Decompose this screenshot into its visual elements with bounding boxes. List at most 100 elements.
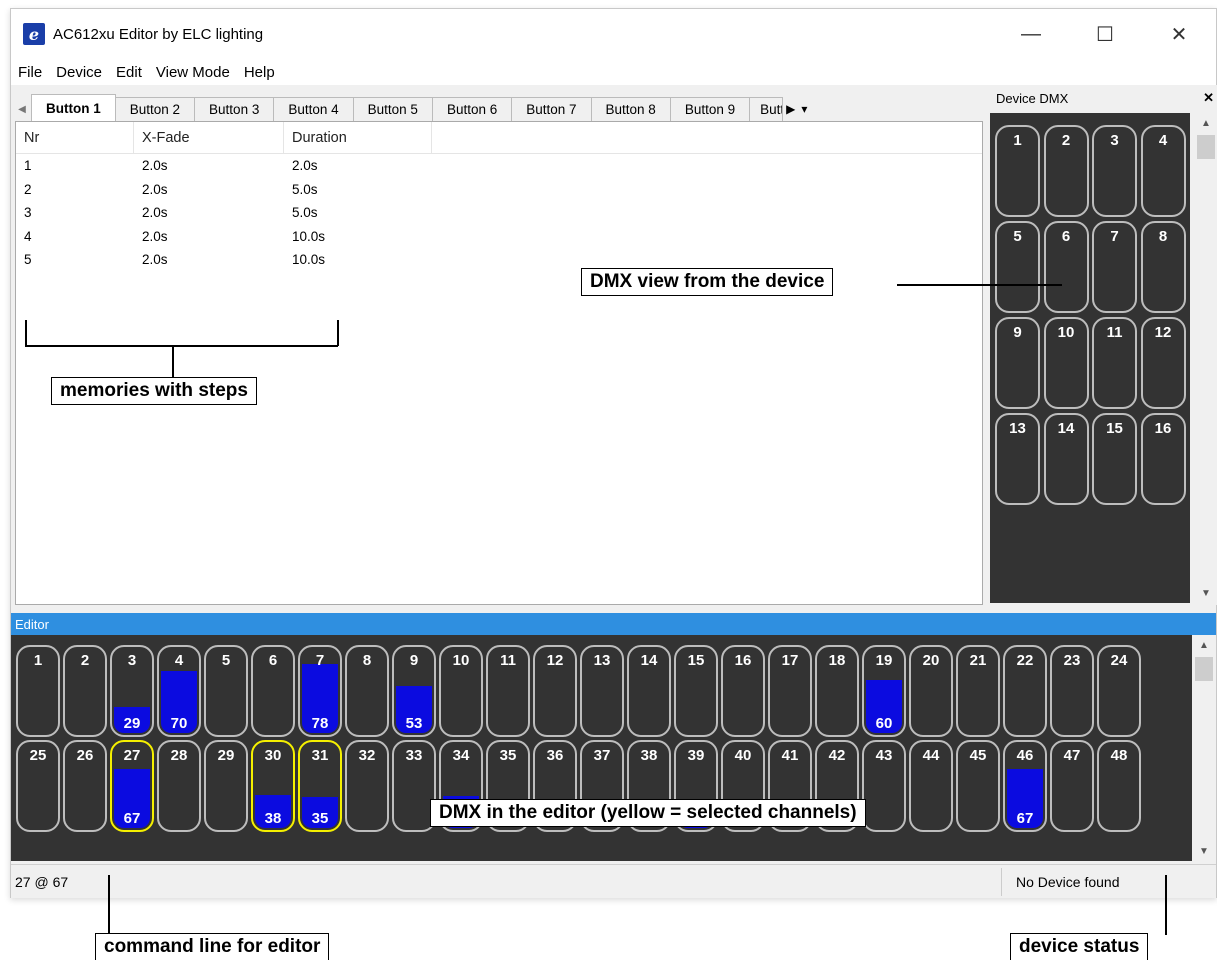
dmx-channel[interactable]: 14	[627, 645, 671, 737]
pointer-line	[897, 284, 1062, 286]
dmx-channel[interactable]: 11	[486, 645, 530, 737]
column-nr[interactable]: Nr	[16, 122, 134, 153]
chevron-down-icon[interactable]: ▼	[1192, 841, 1216, 861]
dmx-channel[interactable]: 32	[345, 740, 389, 832]
device-channel: 3	[1092, 125, 1137, 217]
device-channel: 9	[995, 317, 1040, 409]
channel-number: 12	[1154, 324, 1172, 341]
table-cell: 3	[24, 205, 32, 221]
dmx-channel[interactable]: 1	[16, 645, 60, 737]
table-cell: 10.0s	[292, 252, 326, 268]
chevron-up-icon[interactable]: ▲	[1194, 113, 1217, 133]
tab-button-3[interactable]: Button 3	[194, 97, 275, 121]
table-cell: 10.0s	[292, 228, 326, 244]
channel-number: 8	[362, 652, 372, 669]
dmx-channel[interactable]: 28	[157, 740, 201, 832]
dmx-channel[interactable]: 25	[16, 740, 60, 832]
menu-edit[interactable]: Edit	[109, 64, 149, 81]
tab-button-10[interactable]: Butt	[749, 97, 784, 121]
device-channel: 11	[1092, 317, 1137, 409]
scroll-thumb[interactable]	[1195, 657, 1213, 681]
dmx-channel[interactable]: 7 78	[298, 645, 342, 737]
device-channel: 15	[1092, 413, 1137, 505]
tab-scroll-left-icon[interactable]: ◀	[13, 97, 31, 121]
tab-button-9[interactable]: Button 9	[669, 97, 751, 121]
dmx-channel[interactable]: 13	[580, 645, 624, 737]
dmx-channel[interactable]: 44	[909, 740, 953, 832]
channel-number: 3	[1110, 132, 1119, 149]
dmx-channel[interactable]: 17	[768, 645, 812, 737]
dmx-channel[interactable]: 47	[1050, 740, 1094, 832]
dmx-channel[interactable]: 3 29	[110, 645, 154, 737]
dmx-channel[interactable]: 45	[956, 740, 1000, 832]
tab-scroll-right-icon[interactable]: ▶	[786, 102, 795, 116]
dmx-channel[interactable]: 4 70	[157, 645, 201, 737]
dmx-channel[interactable]: 20	[909, 645, 953, 737]
command-line[interactable]: 27 @ 67	[11, 874, 1001, 890]
close-button[interactable]: ✕	[1142, 9, 1216, 59]
tab-button-8[interactable]: Button 8	[590, 97, 671, 121]
tab-button-4[interactable]: Button 4	[273, 97, 354, 121]
menu-view-mode[interactable]: View Mode	[149, 64, 237, 81]
channel-number: 25	[29, 747, 47, 764]
column-x-fade[interactable]: X-Fade	[134, 122, 284, 153]
dmx-channel[interactable]: 9 53	[392, 645, 436, 737]
device-scrollbar[interactable]: ▲ ▼	[1194, 113, 1217, 603]
table-row[interactable]: 5 2.0s 10.0s	[16, 248, 982, 272]
dmx-channel[interactable]: 23	[1050, 645, 1094, 737]
chevron-down-icon[interactable]: ▼	[1194, 583, 1217, 603]
dmx-channel[interactable]: 30 38	[251, 740, 295, 832]
dmx-channel[interactable]: 18	[815, 645, 859, 737]
dmx-channel[interactable]: 22	[1003, 645, 1047, 737]
dmx-channel[interactable]: 6	[251, 645, 295, 737]
memory-list[interactable]: Nr X-Fade Duration 1 2.0s 2.0s 2 2.0s 5.0s 3 2.…	[15, 121, 983, 605]
dmx-channel[interactable]: 21	[956, 645, 1000, 737]
dmx-channel[interactable]: 48	[1097, 740, 1141, 832]
dmx-channel[interactable]: 5	[204, 645, 248, 737]
scroll-thumb[interactable]	[1197, 135, 1215, 159]
table-row[interactable]: 1 2.0s 2.0s	[16, 154, 982, 178]
annotation-command-line: command line for editor	[95, 933, 330, 960]
channel-number: 41	[781, 747, 799, 764]
menu-device[interactable]: Device	[49, 64, 109, 81]
button-tab-strip: ◀ Button 1 Button 2 Button 3 Button 4 Bu…	[13, 94, 983, 121]
minimize-button[interactable]: —	[994, 9, 1068, 59]
dmx-channel[interactable]: 27 67	[110, 740, 154, 832]
dmx-channel[interactable]: 29	[204, 740, 248, 832]
dmx-channel[interactable]: 10	[439, 645, 483, 737]
table-row[interactable]: 3 2.0s 5.0s	[16, 201, 982, 225]
chevron-up-icon[interactable]: ▲	[1192, 635, 1216, 655]
dmx-channel[interactable]: 15	[674, 645, 718, 737]
close-icon[interactable]: ✕	[1203, 90, 1214, 106]
dmx-channel[interactable]: 8	[345, 645, 389, 737]
dmx-channel[interactable]: 16	[721, 645, 765, 737]
channel-number: 2	[80, 652, 90, 669]
dmx-channel[interactable]: 31 35	[298, 740, 342, 832]
device-channel: 4	[1140, 125, 1186, 217]
channel-number: 36	[546, 747, 564, 764]
tab-button-6[interactable]: Button 6	[431, 97, 513, 121]
tab-button-7[interactable]: Button 7	[511, 97, 592, 121]
column-duration[interactable]: Duration	[284, 122, 432, 153]
maximize-button[interactable]: ☐	[1068, 9, 1142, 59]
channel-number: 15	[687, 652, 705, 669]
dmx-channel[interactable]: 46 67	[1003, 740, 1047, 832]
table-row[interactable]: 4 2.0s 10.0s	[16, 225, 982, 249]
menu-help[interactable]: Help	[237, 64, 282, 81]
table-cell: 2.0s	[142, 228, 168, 244]
dmx-channel[interactable]: 19 60	[862, 645, 906, 737]
menu-file[interactable]: File	[11, 64, 49, 81]
tab-button-2[interactable]: Button 2	[114, 97, 196, 121]
dmx-channel[interactable]: 12	[533, 645, 577, 737]
device-channel: 16	[1140, 413, 1186, 505]
dmx-channel[interactable]: 43	[862, 740, 906, 832]
tab-button-5[interactable]: Button 5	[352, 97, 433, 121]
table-row[interactable]: 2 2.0s 5.0s	[16, 178, 982, 202]
dmx-channel[interactable]: 26	[63, 740, 107, 832]
dmx-channel[interactable]: 2	[63, 645, 107, 737]
tab-button-1[interactable]: Button 1	[31, 94, 116, 121]
dmx-channel[interactable]: 24	[1097, 645, 1141, 737]
table-cell: 5.0s	[292, 181, 318, 197]
editor-scrollbar[interactable]: ▲ ▼	[1192, 635, 1216, 861]
tab-overflow-icon[interactable]: ▾	[801, 102, 807, 116]
